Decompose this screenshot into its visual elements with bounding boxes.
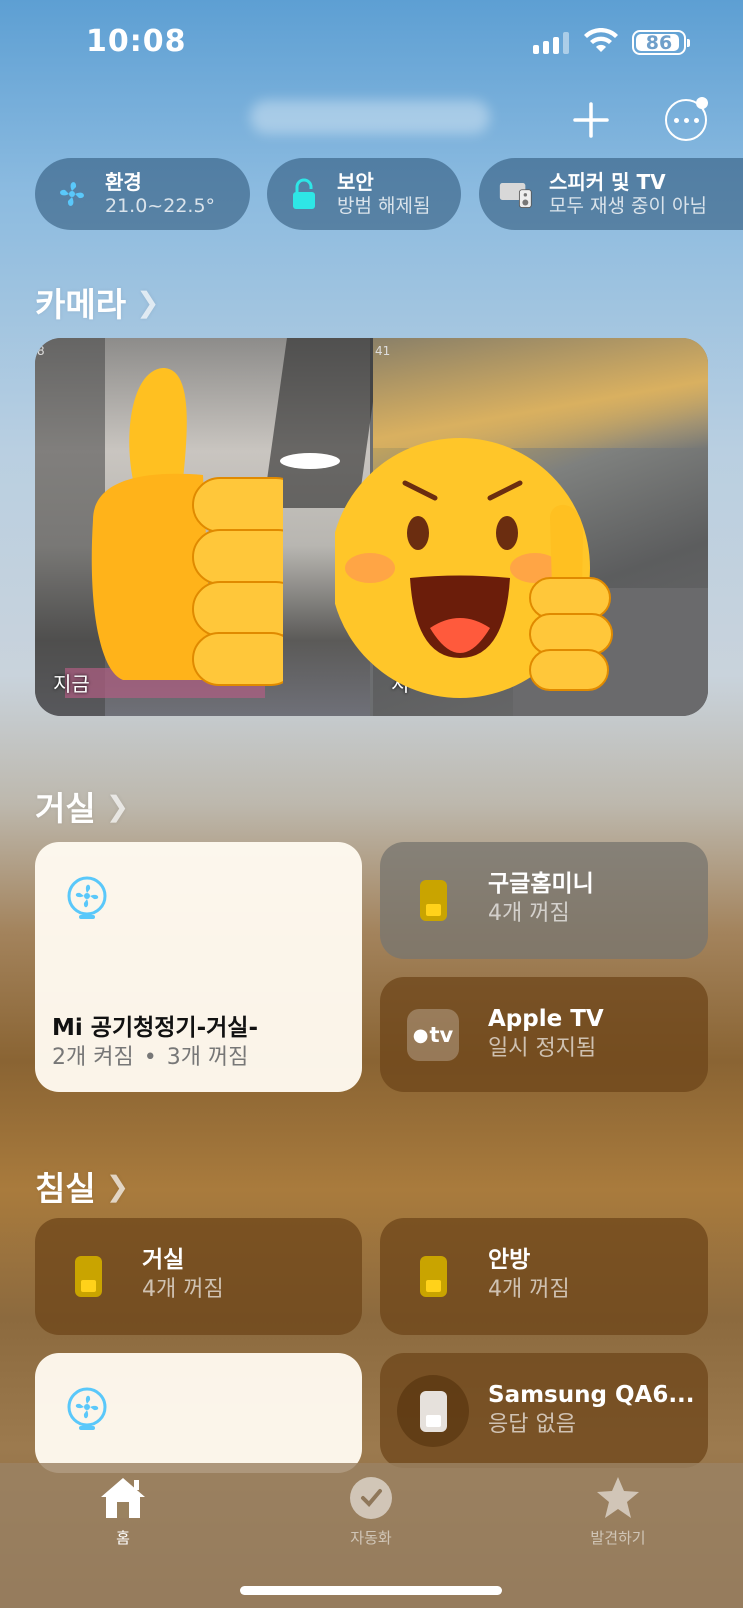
chevron-right-icon: ❯ — [136, 285, 160, 319]
tab-discover[interactable]: 발견하기 — [558, 1475, 678, 1548]
tab-label: 자동화 — [350, 1529, 392, 1547]
clock-icon — [350, 1477, 392, 1519]
chip-climate[interactable]: 환경 21.0~22.5° — [35, 158, 250, 230]
tile-name: Apple TV — [488, 1006, 604, 1032]
tile-apple-tv[interactable]: ● tv Apple TV 일시 정지됨 — [380, 977, 708, 1092]
section-title: 거실 — [35, 789, 96, 828]
apple-tv-logo-text: tv — [429, 1023, 454, 1047]
star-icon — [597, 1477, 639, 1518]
chip-subtitle: 모두 재생 중이 아님 — [549, 195, 707, 217]
tile-outlet-living-room[interactable]: 거실 4개 꺼짐 — [35, 1218, 362, 1335]
tile-name: Mi 공기청정기-거실- — [52, 1015, 258, 1041]
tile-status: 응답 없음 — [488, 1412, 576, 1437]
ellipsis-icon — [673, 117, 679, 123]
outlet-icon — [419, 1390, 447, 1432]
tab-label: 발견하기 — [590, 1529, 646, 1547]
tile-air-purifier-bedroom[interactable] — [35, 1353, 362, 1473]
chip-title: 환경 — [105, 170, 142, 194]
house-icon — [101, 1478, 145, 1518]
thumbs-up-sticker — [91, 368, 283, 686]
chip-speakers-tv[interactable]: 스피커 및 TV 모두 재생 중이 아님 — [479, 158, 743, 230]
tile-name: 안방 — [488, 1247, 531, 1273]
outlet-icon — [420, 880, 447, 921]
outlet-icon-container — [397, 1375, 469, 1447]
add-button[interactable] — [571, 100, 611, 140]
tile-samsung-tv[interactable]: Samsung QA6... 응답 없음 — [380, 1353, 708, 1468]
tab-label: 홈 — [116, 1529, 130, 1547]
tile-status: 4개 꺼짐 — [488, 901, 570, 926]
fan-icon — [67, 1387, 107, 1435]
home-indicator[interactable] — [240, 1586, 502, 1595]
chevron-right-icon: ❯ — [105, 789, 130, 823]
tile-outlet-master-bedroom[interactable]: 안방 4개 꺼짐 — [380, 1218, 708, 1335]
separator-dot: • — [143, 1045, 157, 1070]
tile-name: 구글홈미니 — [488, 871, 594, 897]
camera-index: 8 — [37, 344, 45, 358]
section-header-bedroom[interactable]: 침실 ❯ — [35, 1162, 129, 1210]
tile-mi-air-purifier[interactable]: Mi 공기청정기-거실- 2개 켜짐 • 3개 꺼짐 — [35, 842, 362, 1092]
chip-subtitle: 방범 해제됨 — [337, 195, 431, 217]
outlet-icon — [420, 1256, 447, 1297]
tile-status-on: 2개 켜짐 — [52, 1045, 134, 1070]
tile-name: Samsung QA6... — [488, 1382, 695, 1408]
chip-title: 스피커 및 TV — [549, 170, 666, 194]
chip-title: 보안 — [337, 170, 374, 194]
battery-icon: 86 — [632, 30, 690, 55]
speaker-tv-icon — [499, 177, 533, 211]
tile-status: 일시 정지됨 — [488, 1036, 597, 1061]
tile-google-home-mini[interactable]: 구글홈미니 4개 꺼짐 — [380, 842, 708, 959]
camera-grid: 8 지금 41 지 — [35, 338, 708, 716]
section-title: 카메라 — [35, 285, 127, 324]
section-header-cameras[interactable]: 카메라 ❯ — [35, 278, 160, 326]
tab-automation[interactable]: 자동화 — [311, 1475, 431, 1548]
chip-subtitle: 21.0~22.5° — [105, 195, 216, 217]
tile-status: 4개 꺼짐 — [142, 1277, 224, 1302]
tile-name: 거실 — [142, 1247, 185, 1273]
wifi-icon — [583, 27, 619, 58]
camera-index: 41 — [375, 344, 391, 358]
home-title-redacted — [250, 100, 490, 134]
notification-dot — [696, 97, 708, 109]
fan-icon — [55, 177, 89, 211]
tile-status-off: 3개 꺼짐 — [166, 1045, 249, 1070]
status-time: 10:08 — [86, 24, 187, 59]
plus-icon — [573, 102, 609, 138]
chevron-right-icon: ❯ — [105, 1169, 130, 1203]
chip-security[interactable]: 보안 방범 해제됨 — [267, 158, 461, 230]
cellular-signal-icon — [533, 32, 569, 54]
more-options-button[interactable] — [665, 97, 708, 141]
section-title: 침실 — [35, 1169, 96, 1208]
apple-tv-logo-icon: ● tv — [407, 1009, 459, 1061]
battery-level: 86 — [645, 31, 673, 54]
grinning-face-thumbs-up-sticker — [335, 438, 613, 698]
lock-icon — [287, 177, 321, 211]
fan-icon — [67, 876, 107, 924]
section-header-living-room[interactable]: 거실 ❯ — [35, 782, 129, 830]
tile-status: 4개 꺼짐 — [488, 1277, 570, 1302]
outlet-icon — [75, 1256, 102, 1297]
tab-home[interactable]: 홈 — [63, 1475, 183, 1548]
